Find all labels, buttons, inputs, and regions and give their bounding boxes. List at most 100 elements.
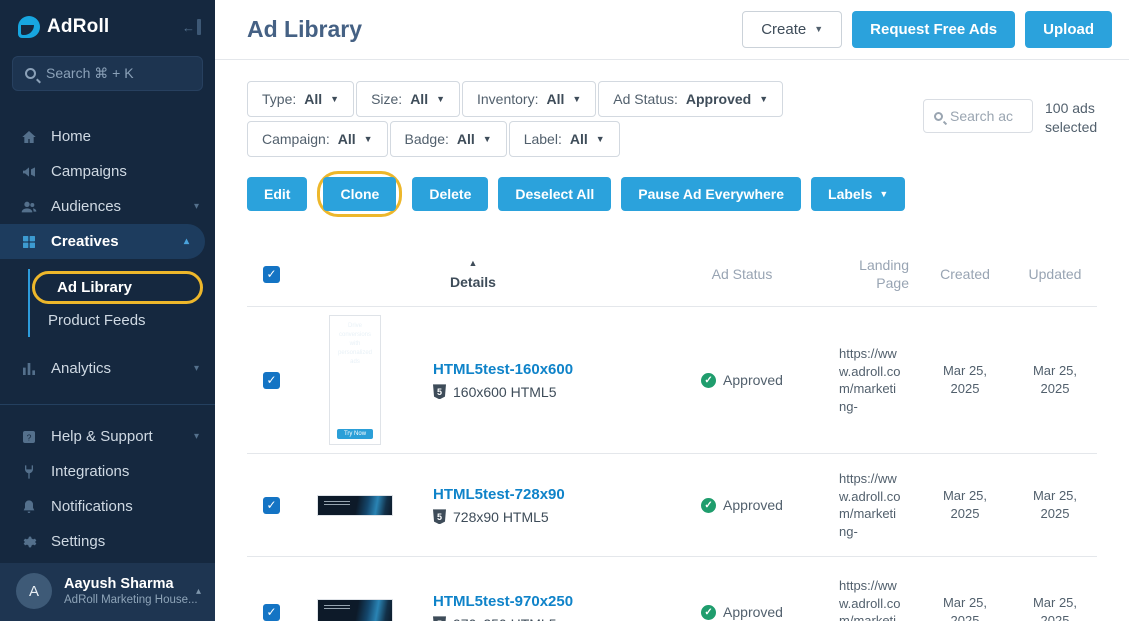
- sidebar-item-creatives[interactable]: Creatives ▴: [0, 224, 205, 259]
- content-area: Type:All▼ Size:All▼ Inventory:All▼ Ad St…: [215, 60, 1129, 621]
- chevron-down-icon: ▾: [194, 431, 199, 442]
- row-checkbox[interactable]: ✓: [263, 604, 280, 621]
- clone-button[interactable]: Clone: [323, 177, 396, 211]
- column-updated[interactable]: Updated: [1013, 266, 1097, 282]
- adroll-swoosh-icon: [18, 16, 40, 38]
- column-details[interactable]: Details: [450, 274, 496, 290]
- page-header: Ad Library Create ▼ Request Free Ads Upl…: [215, 0, 1129, 60]
- analytics-icon: [20, 360, 37, 377]
- sidebar-item-label: Creatives: [51, 233, 119, 250]
- chevron-down-icon: ▼: [814, 25, 823, 34]
- user-menu[interactable]: A Aayush Sharma AdRoll Marketing House..…: [0, 563, 215, 621]
- search-icon: [25, 68, 36, 79]
- ad-name-link[interactable]: HTML5test-728x90: [433, 486, 565, 503]
- question-icon: ?: [20, 428, 37, 445]
- adroll-logo[interactable]: AdRoll: [18, 16, 109, 38]
- chevron-down-icon: ▼: [436, 95, 445, 104]
- create-button[interactable]: Create ▼: [742, 11, 842, 48]
- page-title: Ad Library: [247, 16, 362, 43]
- sidebar-item-analytics[interactable]: Analytics ▾: [0, 351, 215, 386]
- sidebar-item-label: Help & Support: [51, 428, 153, 445]
- column-created[interactable]: Created: [923, 266, 1007, 282]
- chevron-down-icon: ▼: [759, 95, 768, 104]
- create-button-label: Create: [761, 21, 806, 38]
- filter-ad-status[interactable]: Ad Status:Approved▼: [598, 81, 783, 117]
- chevron-down-icon: ▼: [879, 190, 888, 199]
- approved-check-icon: ✓: [701, 498, 716, 513]
- delete-button[interactable]: Delete: [412, 177, 488, 211]
- chevron-up-icon: ▴: [196, 586, 201, 597]
- column-landing-page[interactable]: Landing Page: [833, 256, 917, 292]
- landing-page-url: https://www.adroll.com/marketing-: [839, 470, 901, 540]
- row-checkbox[interactable]: ✓: [263, 497, 280, 514]
- ad-thumbnail-728x90[interactable]: [317, 495, 393, 516]
- filter-campaign[interactable]: Campaign:All▼: [247, 121, 388, 157]
- sidebar-item-home[interactable]: Home: [0, 119, 215, 154]
- sidebar-item-settings[interactable]: Settings: [0, 524, 215, 559]
- request-free-ads-label: Request Free Ads: [870, 21, 997, 38]
- sidebar-item-notifications[interactable]: Notifications: [0, 489, 215, 524]
- creatives-submenu: Ad Library Product Feeds: [28, 269, 215, 337]
- request-free-ads-button[interactable]: Request Free Ads: [852, 11, 1015, 48]
- chevron-down-icon: ▼: [483, 135, 492, 144]
- sidebar-item-label: Campaigns: [51, 163, 127, 180]
- ad-thumbnail-970x250[interactable]: [317, 599, 393, 621]
- created-date: Mar 25, 2025: [923, 362, 1007, 398]
- column-ad-status[interactable]: Ad Status: [657, 266, 827, 282]
- landing-page-url: https://www.adroll.com/marketing-: [839, 345, 901, 415]
- filter-label[interactable]: Label:All▼: [509, 121, 620, 157]
- search-ads-input[interactable]: [950, 108, 1020, 124]
- sidebar-item-label: Integrations: [51, 463, 129, 480]
- sidebar: AdRoll ← Search ⌘ + K Home Campaigns Aud…: [0, 0, 215, 621]
- select-all-checkbox[interactable]: ✓: [263, 266, 280, 283]
- status-badge: Approved: [723, 497, 783, 513]
- sidebar-item-integrations[interactable]: Integrations: [0, 454, 215, 489]
- approved-check-icon: ✓: [701, 373, 716, 388]
- ad-library-highlight-ring: Ad Library: [32, 271, 203, 304]
- sidebar-item-ad-library[interactable]: Ad Library: [39, 279, 196, 296]
- sidebar-item-label: Settings: [51, 533, 105, 550]
- bulk-actions: Edit Clone Delete Deselect All Pause Ad …: [247, 171, 1097, 217]
- edit-button[interactable]: Edit: [247, 177, 307, 211]
- ad-size: 728x90 HTML5: [453, 509, 549, 525]
- sidebar-item-audiences[interactable]: Audiences ▾: [0, 189, 215, 224]
- sidebar-item-product-feeds[interactable]: Product Feeds: [30, 306, 205, 335]
- filter-inventory[interactable]: Inventory:All▼: [462, 81, 596, 117]
- filter-type[interactable]: Type:All▼: [247, 81, 354, 117]
- sidebar-search-input[interactable]: Search ⌘ + K: [12, 56, 203, 91]
- sidebar-search-placeholder: Search ⌘ + K: [46, 65, 134, 82]
- table-header: ✓ ▲ Details Ad Status Landing Page Create…: [247, 252, 1097, 307]
- ad-thumbnail-160x600[interactable]: Drive conversions with personalized ads …: [329, 315, 381, 445]
- upload-button[interactable]: Upload: [1025, 11, 1112, 48]
- pause-ad-everywhere-button[interactable]: Pause Ad Everywhere: [621, 177, 801, 211]
- brand-name: AdRoll: [47, 16, 109, 38]
- users-icon: [20, 198, 37, 215]
- chevron-up-icon: ▴: [184, 236, 189, 247]
- ad-name-link[interactable]: HTML5test-160x600: [433, 361, 573, 378]
- clone-highlight-ring: Clone: [317, 171, 402, 217]
- deselect-all-button[interactable]: Deselect All: [498, 177, 611, 211]
- filter-size[interactable]: Size:All▼: [356, 81, 460, 117]
- created-date: Mar 25, 2025: [923, 594, 1007, 621]
- sidebar-item-help-support[interactable]: ? Help & Support ▾: [0, 419, 215, 454]
- megaphone-icon: [20, 163, 37, 180]
- updated-date: Mar 25, 2025: [1013, 362, 1097, 398]
- sidebar-item-label: Audiences: [51, 198, 121, 215]
- status-badge: Approved: [723, 604, 783, 620]
- row-checkbox[interactable]: ✓: [263, 372, 280, 389]
- search-icon: [934, 112, 943, 121]
- html5-icon: 5: [433, 384, 446, 399]
- sidebar-item-campaigns[interactable]: Campaigns: [0, 154, 215, 189]
- bell-icon: [20, 498, 37, 515]
- table-row: ✓ HTML5test-728x90 5728x90 HTML5 ✓Approv…: [247, 454, 1097, 557]
- selected-count: 100 ads selected: [1045, 99, 1097, 137]
- chevron-down-icon: ▾: [194, 363, 199, 374]
- collapse-sidebar-icon[interactable]: ←: [182, 19, 201, 35]
- ad-size: 970x250 HTML5: [453, 616, 557, 621]
- filter-badge[interactable]: Badge:All▼: [390, 121, 507, 157]
- upload-label: Upload: [1043, 21, 1094, 38]
- labels-button[interactable]: Labels▼: [811, 177, 905, 211]
- sort-asc-icon[interactable]: ▲: [295, 258, 651, 268]
- grid-icon: [20, 233, 37, 250]
- ad-name-link[interactable]: HTML5test-970x250: [433, 593, 573, 610]
